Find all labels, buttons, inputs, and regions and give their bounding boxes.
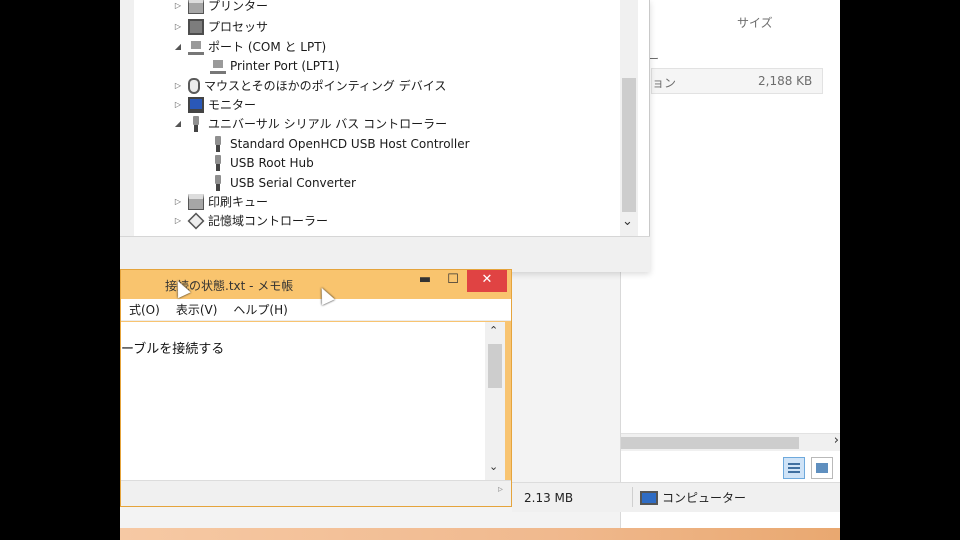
- divider: [632, 487, 633, 507]
- tree-node-storage-controllers[interactable]: ▷ 記憶域コントローラー: [172, 211, 328, 230]
- editor-text[interactable]: ーブルを接続する: [121, 338, 224, 357]
- tree-node-label: マウスとそのほかのポインティング デバイス: [204, 79, 447, 93]
- notepad-bottom-bar: ▹: [121, 480, 511, 506]
- size-column-header[interactable]: サイズ: [737, 14, 773, 31]
- close-button[interactable]: ✕: [467, 270, 507, 292]
- vertical-scrollbar[interactable]: ⌄: [620, 0, 638, 236]
- scroll-up-icon[interactable]: ⌃: [489, 324, 498, 337]
- scroll-down-icon[interactable]: ⌄: [489, 460, 498, 473]
- file-row[interactable]: ョン 2,188 KB: [651, 68, 823, 94]
- tree-node-label: 印刷キュー: [208, 195, 269, 209]
- tree-node-label: ポート (COM と LPT): [208, 40, 327, 54]
- scrollbar-thumb[interactable]: [621, 437, 799, 449]
- tree-node-usb-root-hub[interactable]: USB Root Hub: [206, 153, 314, 172]
- resize-grip-icon[interactable]: ▹: [498, 484, 503, 495]
- desktop-background: [120, 528, 840, 540]
- usb-icon: [188, 115, 204, 132]
- expand-arrow-icon[interactable]: ▷: [172, 81, 184, 90]
- monitor-icon: [188, 96, 204, 113]
- details-view-icon: [788, 463, 800, 473]
- large-icons-view-icon: [816, 463, 828, 473]
- desktop: サイズ ルダー ョン 2,188 KB › ▷ プリンター ▷ プロセッサ: [120, 0, 840, 540]
- device-tree[interactable]: ▷ プリンター ▷ プロセッサ ◢ ポート (COM と LPT) Printe…: [134, 0, 620, 236]
- tree-node-label: プロセッサ: [208, 20, 269, 34]
- usb-icon: [210, 154, 226, 171]
- window-bottom-frame: [120, 236, 650, 272]
- tree-node-label: Standard OpenHCD USB Host Controller: [230, 136, 470, 151]
- processor-icon: [188, 18, 204, 35]
- details-view-button[interactable]: [783, 457, 805, 479]
- window-frame: [120, 0, 134, 272]
- maximize-button[interactable]: ☐: [439, 270, 467, 292]
- scroll-right-icon[interactable]: ›: [834, 433, 839, 448]
- tree-node-label: プリンター: [208, 0, 269, 13]
- file-row-name: ョン: [652, 76, 677, 90]
- tree-node-ports[interactable]: ◢ ポート (COM と LPT): [172, 37, 326, 56]
- scrollbar-thumb[interactable]: [488, 344, 502, 388]
- expand-arrow-icon[interactable]: ▷: [172, 216, 184, 225]
- port-icon: [188, 39, 204, 55]
- usb-icon: [210, 135, 226, 152]
- tree-node-label: 記憶域コントローラー: [208, 214, 329, 228]
- tree-node-label: モニター: [208, 98, 257, 112]
- expand-arrow-icon[interactable]: ▷: [172, 22, 184, 31]
- device-manager-window: ▷ プリンター ▷ プロセッサ ◢ ポート (COM と LPT) Printe…: [120, 0, 650, 272]
- large-icons-view-button[interactable]: [811, 457, 833, 479]
- port-icon: [210, 58, 226, 74]
- selection-size: 2.13 MB: [524, 491, 574, 505]
- vertical-scrollbar[interactable]: ⌃ ⌄: [485, 322, 505, 480]
- tree-node-monitors[interactable]: ▷ モニター: [172, 95, 256, 114]
- expand-arrow-icon[interactable]: ▷: [172, 100, 184, 109]
- tree-node-label: Printer Port (LPT1): [230, 58, 340, 73]
- menu-bar: 式(O) 表示(V) ヘルプ(H): [121, 299, 511, 321]
- tree-node-label: USB Root Hub: [230, 155, 314, 170]
- tree-node-usb-serial-converter[interactable]: USB Serial Converter: [206, 173, 356, 192]
- tree-node-label: USB Serial Converter: [230, 175, 356, 190]
- tree-node-usb-host-controller[interactable]: Standard OpenHCD USB Host Controller: [206, 134, 470, 153]
- tree-node-usb-controllers[interactable]: ◢ ユニバーサル シリアル バス コントローラー: [172, 114, 447, 133]
- expand-arrow-icon[interactable]: ▷: [172, 197, 184, 206]
- status-bar: 2.13 MB コンピューター: [512, 482, 840, 512]
- printer-icon: [188, 0, 204, 14]
- text-editor-area[interactable]: ーブルを接続する: [121, 322, 485, 480]
- location-indicator: コンピューター: [640, 489, 746, 506]
- tree-node-printers[interactable]: ▷ プリンター: [172, 0, 268, 15]
- tree-node-label: ユニバーサル シリアル バス コントローラー: [208, 117, 448, 131]
- collapse-arrow-icon[interactable]: ◢: [172, 119, 184, 128]
- notepad-window: 接続の状態.txt - メモ帳 ▬ ☐ ✕ 式(O) 表示(V) ヘルプ(H) …: [120, 269, 512, 507]
- menu-format[interactable]: 式(O): [121, 301, 168, 318]
- print-queue-icon: [188, 193, 204, 210]
- storage-controller-icon: [187, 212, 205, 229]
- scroll-down-icon[interactable]: ⌄: [622, 214, 633, 229]
- horizontal-scrollbar[interactable]: ›: [621, 433, 840, 451]
- tree-node-mice[interactable]: ▷ マウスとそのほかのポインティング デバイス: [172, 76, 446, 95]
- collapse-arrow-icon[interactable]: ◢: [172, 42, 184, 51]
- mouse-icon: [188, 77, 200, 94]
- menu-help[interactable]: ヘルプ(H): [225, 301, 295, 318]
- file-row-size: 2,188 KB: [758, 74, 813, 88]
- tree-node-processors[interactable]: ▷ プロセッサ: [172, 17, 268, 36]
- minimize-button[interactable]: ▬: [411, 270, 439, 292]
- tree-node-printer-port[interactable]: Printer Port (LPT1): [206, 56, 340, 75]
- scrollbar-thumb[interactable]: [622, 78, 636, 212]
- location-label: コンピューター: [662, 491, 747, 505]
- usb-icon: [210, 174, 226, 191]
- menu-view[interactable]: 表示(V): [168, 301, 226, 318]
- expand-arrow-icon[interactable]: ▷: [172, 1, 184, 10]
- explorer-window: サイズ ルダー ョン 2,188 KB ›: [620, 0, 840, 528]
- computer-icon: [640, 490, 658, 505]
- tree-node-print-queues[interactable]: ▷ 印刷キュー: [172, 192, 268, 211]
